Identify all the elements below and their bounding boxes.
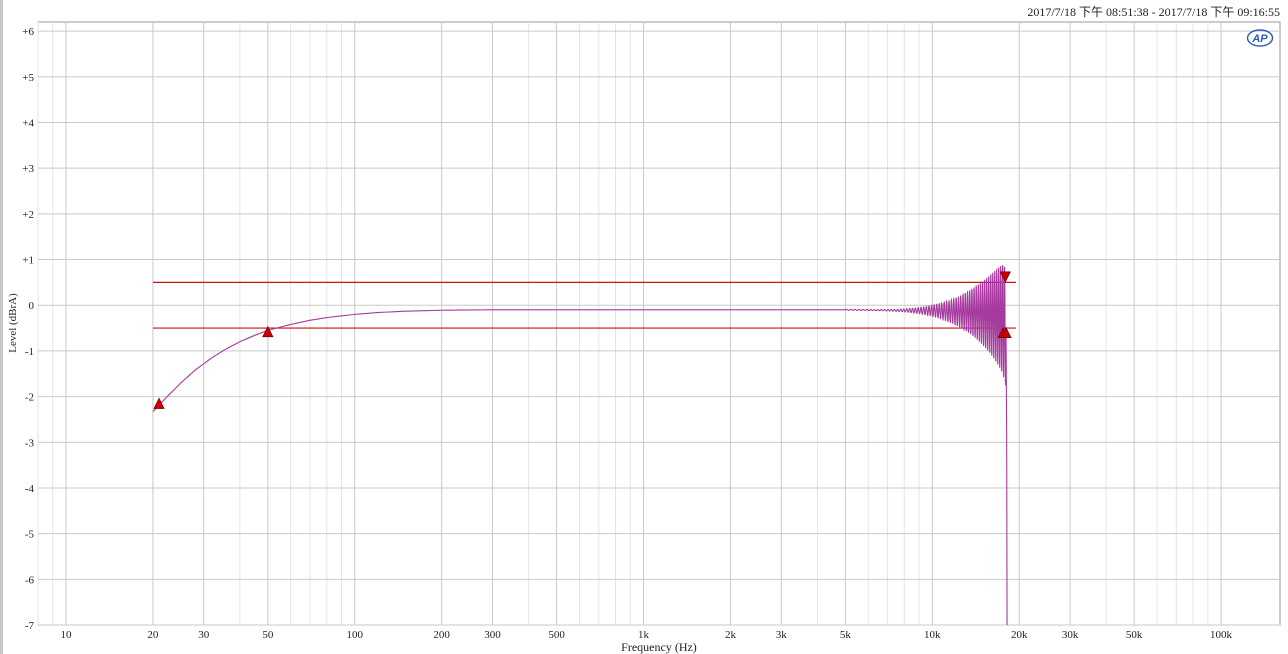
y-tick-label: 0: [29, 300, 35, 312]
y-tick-label: +2: [22, 209, 34, 221]
y-tick-label: -2: [25, 392, 34, 404]
ap-logo-icon: AP: [1246, 29, 1274, 47]
y-tick-label: +3: [22, 163, 34, 175]
y-tick-label: +5: [22, 72, 34, 84]
x-tick-label: 300: [484, 629, 501, 641]
x-tick-label: 5k: [840, 629, 852, 641]
y-tick-label: -3: [25, 437, 35, 449]
chart-window: 2017/7/18 下午 08:51:38 - 2017/7/18 下午 09:…: [0, 0, 1288, 654]
x-tick-label: 50: [262, 629, 274, 641]
x-axis-label: Frequency (Hz): [621, 640, 697, 654]
y-tick-label: +4: [22, 118, 34, 130]
y-tick-label: -4: [25, 483, 35, 495]
x-tick-label: 20: [147, 629, 159, 641]
x-tick-label: 30k: [1062, 629, 1079, 641]
x-tick-label: 500: [548, 629, 565, 641]
y-tick-label: +1: [22, 255, 34, 267]
x-tick-label: 10k: [924, 629, 941, 641]
plot-background: [37, 21, 1281, 626]
chart-plot: 10 20 30 50 100 200 300 500 1k 2k 3k 5k 10k 20k 30k 50k…: [7, 21, 1281, 654]
y-axis-label: Level (dBrA): [7, 293, 19, 353]
ap-logo-text: AP: [1251, 33, 1268, 45]
x-tick-label: 100k: [1210, 629, 1233, 641]
y-axis-ticks: +6 +5 +4 +3 +2 +1 0 -1 -2 -3 -4 -5 -6 -7: [22, 26, 34, 632]
x-tick-label: 20k: [1011, 629, 1028, 641]
x-tick-label: 100: [347, 629, 364, 641]
x-tick-label: 3k: [776, 629, 788, 641]
x-tick-label: 2k: [725, 629, 737, 641]
y-tick-label: -5: [25, 529, 35, 541]
x-tick-label: 50k: [1126, 629, 1143, 641]
x-tick-label: 200: [433, 629, 450, 641]
y-tick-label: -1: [25, 346, 34, 358]
x-tick-label: 10: [60, 629, 72, 641]
y-tick-label: +6: [22, 26, 34, 38]
y-tick-label: -6: [25, 574, 35, 586]
y-tick-label: -7: [25, 620, 35, 632]
x-tick-label: 30: [198, 629, 210, 641]
